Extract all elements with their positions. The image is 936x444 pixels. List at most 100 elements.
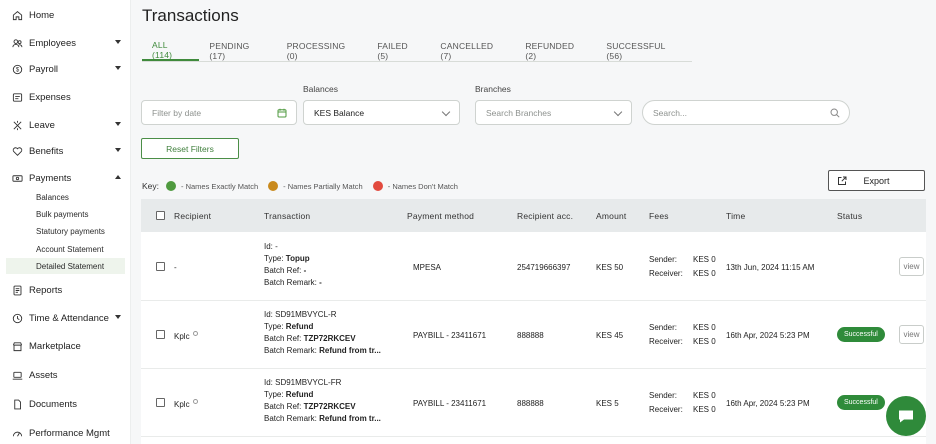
balances-selected-value: KES Balance bbox=[314, 107, 365, 118]
select-all-checkbox[interactable] bbox=[156, 211, 165, 220]
col-status[interactable]: Status bbox=[837, 211, 862, 221]
search-placeholder: Search... bbox=[653, 107, 688, 118]
tab-refunded[interactable]: REFUNDED (2) bbox=[515, 40, 596, 61]
sidebar-subitem-detailed-statement[interactable]: Detailed Statement bbox=[6, 258, 125, 274]
sidebar-item-reports[interactable]: Reports bbox=[0, 281, 131, 299]
sidebar-item-label: Home bbox=[29, 9, 55, 21]
amount: KES 5 bbox=[596, 399, 619, 408]
row-checkbox[interactable] bbox=[156, 330, 165, 339]
recipient-name: Kplc bbox=[174, 331, 198, 341]
date-filter-input[interactable]: Filter by date bbox=[141, 100, 297, 125]
sidebar-item-benefits[interactable]: Benefits bbox=[0, 142, 131, 160]
document-icon bbox=[11, 398, 23, 410]
red-dot-icon bbox=[372, 181, 383, 191]
col-transaction[interactable]: Transaction bbox=[264, 211, 310, 221]
key-item-mismatch: - Names Don't Match bbox=[372, 181, 458, 191]
receiver-fee-label: Receiver: bbox=[649, 269, 683, 278]
page-title: Transactions bbox=[142, 6, 239, 25]
sidebar-item-label: Reports bbox=[29, 284, 63, 296]
tx-type: Type: Refund bbox=[264, 322, 314, 331]
date-filter-placeholder: Filter by date bbox=[152, 107, 202, 118]
chevron-down-icon bbox=[613, 107, 623, 117]
table-row[interactable]: Kplc Id: SD91MBVYCL-R Type: Refund Batch… bbox=[141, 301, 926, 369]
tab-pending[interactable]: PENDING (17) bbox=[199, 40, 276, 61]
sidebar-item-payments[interactable]: Payments bbox=[0, 169, 131, 187]
tx-id: Id: - bbox=[264, 242, 278, 251]
branches-select[interactable]: Search Branches bbox=[475, 100, 632, 125]
chevron-down-icon bbox=[115, 40, 121, 44]
sidebar-subitem-balances[interactable]: Balances bbox=[6, 189, 125, 205]
col-recipient[interactable]: Recipient bbox=[174, 211, 211, 221]
location-pin-icon bbox=[192, 331, 198, 336]
row-checkbox[interactable] bbox=[156, 262, 165, 271]
transaction-details: Id: SD91MBVYCL-R Type: Refund Batch Ref:… bbox=[264, 309, 389, 357]
col-time[interactable]: Time bbox=[726, 211, 745, 221]
sidebar: Home Employees $ Payroll Expenses Leave … bbox=[0, 0, 131, 444]
sidebar-subitem-bulk-payments[interactable]: Bulk payments bbox=[6, 206, 125, 222]
search-icon bbox=[830, 108, 840, 118]
sidebar-item-label: Time & Attendance bbox=[29, 312, 109, 324]
sidebar-item-label: Expenses bbox=[29, 91, 71, 103]
tx-batch-ref: Batch Ref: - bbox=[264, 266, 307, 275]
view-button[interactable]: view bbox=[899, 257, 924, 276]
col-amount[interactable]: Amount bbox=[596, 211, 627, 221]
sidebar-item-performance[interactable]: Performance Mgmt bbox=[0, 424, 131, 442]
sidebar-item-label: Documents bbox=[29, 398, 78, 410]
reset-filters-button[interactable]: Reset Filters bbox=[141, 138, 239, 159]
calendar-icon[interactable] bbox=[277, 108, 287, 118]
sidebar-item-payroll[interactable]: $ Payroll bbox=[0, 60, 131, 78]
leave-icon bbox=[11, 119, 23, 131]
sidebar-item-leave[interactable]: Leave bbox=[0, 116, 131, 134]
sidebar-item-assets[interactable]: Assets bbox=[0, 366, 131, 384]
sidebar-subitem-statutory-payments[interactable]: Statutory payments bbox=[6, 223, 125, 239]
fees: Sender: KES 0 Receiver: KES 0 bbox=[649, 321, 716, 349]
search-input[interactable]: Search... bbox=[642, 100, 850, 125]
sidebar-item-time-attendance[interactable]: Time & Attendance bbox=[0, 309, 131, 327]
export-button[interactable]: Export bbox=[828, 170, 925, 191]
recipient-account: 254719666397 bbox=[517, 263, 571, 272]
users-icon bbox=[11, 37, 23, 49]
home-icon bbox=[11, 9, 23, 21]
tab-cancelled[interactable]: CANCELLED (7) bbox=[430, 40, 515, 61]
export-label: Export bbox=[863, 175, 890, 186]
tab-failed[interactable]: FAILED (5) bbox=[367, 40, 430, 61]
col-payment-method[interactable]: Payment method bbox=[407, 211, 474, 221]
sidebar-item-label: Benefits bbox=[29, 145, 64, 157]
tx-batch-ref: Batch Ref: TZP72RKCEV bbox=[264, 402, 356, 411]
sender-fee-label: Sender: bbox=[649, 391, 678, 400]
transaction-details: Id: SD91MBVYCL-FR Type: Refund Batch Ref… bbox=[264, 377, 389, 425]
heart-icon bbox=[11, 145, 23, 157]
tab-all[interactable]: ALL (114) bbox=[142, 40, 200, 61]
col-recipient-acc[interactable]: Recipient acc. bbox=[517, 211, 573, 221]
transaction-details: Id: - Type: Topup Batch Ref: - Batch Rem… bbox=[264, 241, 389, 289]
table-row[interactable]: Kplc Id: SD91MBVYCL-FR Type: Refund Batc… bbox=[141, 369, 926, 437]
sidebar-item-documents[interactable]: Documents bbox=[0, 395, 131, 413]
sidebar-item-expenses[interactable]: Expenses bbox=[0, 88, 131, 106]
main-content: Transactions ALL (114) PENDING (17) PROC… bbox=[131, 0, 936, 444]
table-row[interactable]: - Id: - Type: Topup Batch Ref: - Batch R… bbox=[141, 233, 926, 301]
tab-processing[interactable]: PROCESSING (0) bbox=[277, 40, 368, 61]
sidebar-item-home[interactable]: Home bbox=[0, 6, 131, 24]
chat-support-button[interactable] bbox=[886, 396, 926, 436]
recipient-account: 888888 bbox=[517, 331, 544, 340]
clock-icon bbox=[11, 312, 23, 324]
payment-method: PAYBILL - 23411671 bbox=[413, 399, 487, 408]
sidebar-item-employees[interactable]: Employees bbox=[0, 34, 131, 52]
sidebar-item-label: Payments bbox=[29, 172, 72, 184]
location-pin-icon bbox=[192, 399, 198, 404]
balances-select[interactable]: KES Balance bbox=[303, 100, 460, 125]
store-icon bbox=[11, 340, 23, 352]
sidebar-subitem-account-statement[interactable]: Account Statement bbox=[6, 241, 125, 257]
row-checkbox[interactable] bbox=[156, 398, 165, 407]
sidebar-item-marketplace[interactable]: Marketplace bbox=[0, 337, 131, 355]
tab-successful[interactable]: SUCCESSFUL (56) bbox=[596, 40, 692, 61]
time: 16th Apr, 2024 5:23 PM bbox=[726, 331, 810, 340]
view-button[interactable]: view bbox=[899, 325, 924, 344]
chevron-up-icon bbox=[115, 175, 121, 179]
col-fees[interactable]: Fees bbox=[649, 211, 669, 221]
tx-id: Id: SD91MBVYCL-FR bbox=[264, 378, 342, 387]
fees: Sender: KES 0 Receiver: KES 0 bbox=[649, 389, 716, 417]
payments-icon bbox=[11, 172, 23, 184]
receiver-fee: KES 0 bbox=[693, 405, 716, 414]
tx-batch-remark: Batch Remark: Refund from tr... bbox=[264, 346, 381, 355]
